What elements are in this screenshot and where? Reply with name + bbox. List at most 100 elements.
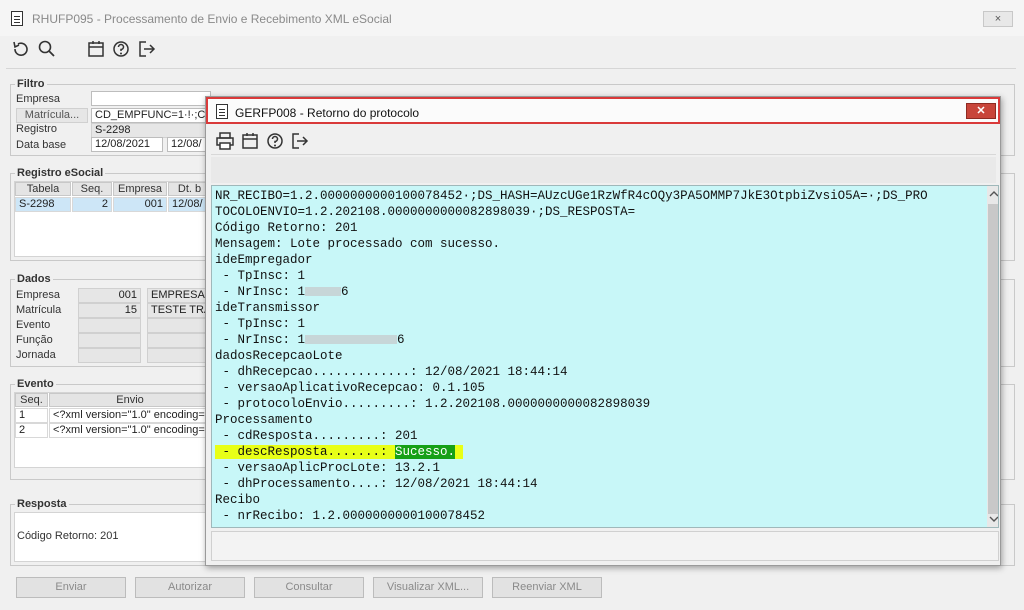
resposta-legend: Resposta — [15, 498, 69, 510]
text-line: - nrRecibo: 1.2.0000000000100078452 — [215, 509, 486, 523]
evento-legend: Evento — [15, 378, 56, 390]
text-line: Processamento — [215, 413, 313, 427]
visualizar-xml-button[interactable]: Visualizar XML... — [373, 577, 483, 598]
dados-evento-label: Evento — [16, 319, 51, 331]
filtro-legend: Filtro — [15, 78, 47, 90]
retorno-protocolo-dialog: GERFP008 - Retorno do protocolo ✕ NR_REC… — [205, 96, 1001, 566]
registro-input[interactable]: S-2298 — [91, 123, 211, 138]
dados-empresa-label: Empresa — [16, 289, 61, 301]
dados-funcao-name — [147, 333, 211, 348]
dados-matricula-code: 15 — [78, 303, 141, 318]
registro-header-empresa: Empresa — [113, 182, 167, 196]
reenviar-xml-button[interactable]: Reenviar XML — [492, 577, 602, 598]
text-line: - TpInsc: 1 — [215, 317, 306, 331]
dialog-title: GERFP008 - Retorno do protocolo — [235, 106, 420, 120]
text-line: ideTransmissor — [215, 301, 321, 315]
nrinsc-prefix: - NrInsc: 1 — [215, 285, 306, 299]
dialog-header-band — [211, 157, 996, 183]
text-line: - NrInsc: 1 6 — [215, 332, 405, 348]
calendar-icon[interactable] — [86, 39, 106, 59]
dialog-calendar-icon[interactable] — [240, 131, 260, 151]
evento-cell-envio-1[interactable]: <?xml version="1.0" encoding=" — [49, 408, 211, 423]
protocol-return-textarea[interactable]: NR_RECIBO=1.2.0000000000100078452·;DS_HA… — [211, 185, 999, 528]
dialog-help-icon[interactable] — [265, 131, 285, 151]
search-icon[interactable] — [37, 39, 57, 59]
empresa-label: Empresa — [16, 93, 61, 105]
desc-resposta-key: - descResposta.......: — [215, 445, 396, 459]
dados-funcao-label: Função — [16, 334, 53, 346]
text-line: Mensagem: Lote processado com sucesso. — [215, 237, 501, 251]
print-icon[interactable] — [215, 131, 235, 151]
dados-jornada-code — [78, 348, 141, 363]
text-line: Código Retorno: 201 — [215, 221, 358, 235]
scroll-down-arrow-icon[interactable] — [989, 514, 999, 524]
dados-jornada-name — [147, 348, 211, 363]
dados-matricula-label: Matrícula — [16, 304, 62, 316]
evento-cell-seq-1[interactable]: 1 — [15, 408, 48, 423]
refresh-icon[interactable] — [11, 39, 31, 59]
highlighted-line: - descResposta.......: Sucesso. — [215, 444, 463, 460]
empresa-input[interactable] — [91, 91, 211, 106]
text-line: - TpInsc: 1 — [215, 269, 306, 283]
scrollbar-thumb[interactable] — [988, 204, 998, 514]
text-line: - dhProcessamento....: 12/08/2021 18:44:… — [215, 477, 538, 491]
window-close-button[interactable]: × — [983, 11, 1013, 27]
exit-icon[interactable] — [137, 39, 157, 59]
dados-funcao-code — [78, 333, 141, 348]
help-icon[interactable] — [111, 39, 131, 59]
dialog-exit-icon[interactable] — [290, 131, 310, 151]
data-base-start-input[interactable]: 12/08/2021 — [91, 137, 163, 152]
evento-cell-seq-2[interactable]: 2 — [15, 423, 48, 438]
text-line: - protocoloEnvio.........: 1.2.202108.00… — [215, 397, 651, 411]
text-line: - dhRecepcao.............: 12/08/2021 18… — [215, 365, 568, 379]
redacted-blur — [305, 287, 342, 297]
text-line: TOCOLOENVIO=1.2.202108.00000000000828980… — [215, 205, 636, 219]
evento-header-envio: Envio — [49, 393, 211, 407]
text-line: - cdResposta.........: 201 — [215, 429, 418, 443]
text-line: NR_RECIBO=1.2.0000000000100078452·;DS_HA… — [215, 189, 928, 203]
dados-empresa-name: EMPRESA 1 — [147, 288, 211, 303]
nrinsc-prefix: - NrInsc: 1 — [215, 333, 306, 347]
dialog-title-bar: GERFP008 - Retorno do protocolo ✕ — [206, 97, 1000, 124]
redacted-blur — [305, 335, 398, 345]
highlight-tail — [455, 445, 463, 459]
text-line: - versaoAplicativoRecepcao: 0.1.105 — [215, 381, 486, 395]
document-icon — [11, 11, 23, 26]
autorizar-button[interactable]: Autorizar — [135, 577, 245, 598]
evento-cell-envio-2[interactable]: <?xml version="1.0" encoding=" — [49, 423, 211, 438]
text-line: - NrInsc: 1 6 — [215, 284, 349, 300]
text-line: - versaoAplicProcLote: 13.2.1 — [215, 461, 441, 475]
desc-resposta-value: Sucesso. — [395, 445, 456, 459]
toolbar-separator — [6, 68, 1016, 69]
matricula-button[interactable]: Matrícula... — [16, 108, 88, 123]
registro-label: Registro — [16, 123, 57, 135]
dados-evento-name — [147, 318, 211, 333]
matricula-input[interactable]: CD_EMPFUNC=1·!·;CD_ — [91, 108, 211, 123]
resposta-text: Código Retorno: 201 — [17, 530, 119, 542]
dados-legend: Dados — [15, 273, 53, 285]
text-line: ideEmpregador — [215, 253, 313, 267]
dados-matricula-name: TESTE TRA — [147, 303, 211, 318]
dados-jornada-label: Jornada — [16, 349, 56, 361]
scroll-up-arrow-icon[interactable] — [989, 189, 999, 199]
registro-cell-tabela[interactable]: S-2298 — [15, 197, 71, 212]
nrinsc-suffix: 6 — [397, 333, 405, 347]
window-title: RHUFP095 - Processamento de Envio e Rece… — [32, 12, 392, 26]
registro-cell-seq[interactable]: 2 — [72, 197, 112, 212]
text-line: Recibo — [215, 493, 261, 507]
dialog-close-button[interactable]: ✕ — [966, 103, 996, 119]
text-line: dadosRecepcaoLote — [215, 349, 343, 363]
main-title-bar: RHUFP095 - Processamento de Envio e Rece… — [0, 0, 1024, 36]
dialog-toolbar-separator — [211, 154, 996, 155]
dialog-document-icon — [216, 104, 228, 119]
nrinsc-suffix: 6 — [341, 285, 349, 299]
dialog-status-area — [211, 531, 999, 561]
consultar-button[interactable]: Consultar — [254, 577, 364, 598]
registro-cell-empresa[interactable]: 001 — [113, 197, 167, 212]
enviar-button[interactable]: Enviar — [16, 577, 126, 598]
registro-legend: Registro eSocial — [15, 167, 106, 179]
data-base-label: Data base — [16, 139, 67, 151]
evento-header-seq: Seq. — [15, 393, 48, 407]
registro-header-tabela: Tabela — [15, 182, 71, 196]
registro-header-seq: Seq. — [72, 182, 112, 196]
